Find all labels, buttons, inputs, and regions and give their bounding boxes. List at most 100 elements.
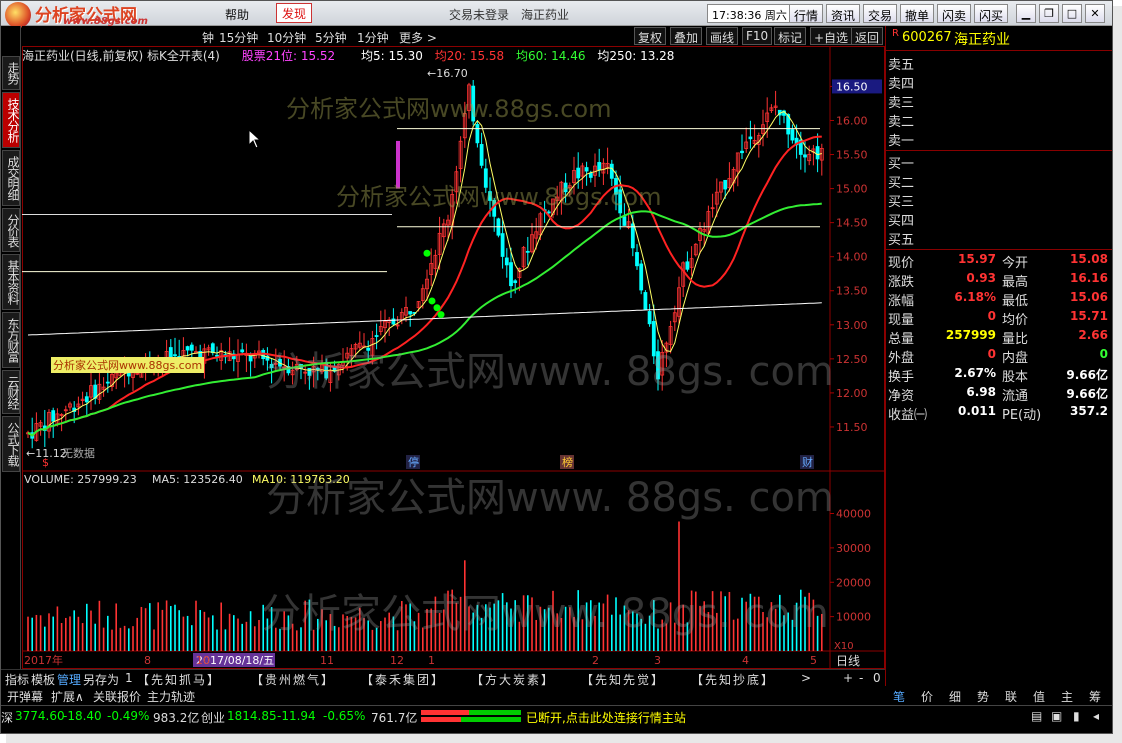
speaker-icon[interactable]: ◂ [1093, 709, 1099, 723]
adjust-button[interactable]: 复权 [634, 27, 667, 45]
related-quote-button[interactable]: 关联报价 [93, 688, 141, 705]
tab-manage[interactable]: 管理 [57, 671, 81, 688]
quote-label: 今开 [1002, 256, 1029, 271]
maximize-icon[interactable]: □ [1062, 4, 1082, 23]
tab-value[interactable]: 值 [1033, 688, 1045, 705]
tab-main[interactable]: 主 [1061, 688, 1073, 705]
minimize-icon[interactable]: ▁ [1016, 4, 1036, 23]
overlay-button[interactable]: 叠加 [670, 27, 703, 45]
signal-dot [428, 297, 436, 305]
tab-template-taihe-jituan[interactable]: 【泰禾集团】 [361, 671, 445, 688]
zoom-out-button[interactable]: - [859, 671, 863, 685]
menu-discover[interactable]: 发现 [276, 3, 313, 23]
trade-button[interactable]: 交易 [863, 4, 898, 23]
period-partial[interactable]: 钟 [202, 29, 214, 46]
index1-name[interactable]: 深 [1, 709, 13, 726]
quote-label: 最高 [1002, 275, 1029, 290]
divider [886, 150, 1112, 151]
close-icon[interactable]: ✕ [1085, 4, 1105, 23]
period-5min[interactable]: 5分钟 [315, 29, 347, 46]
event-marker: 停 [408, 455, 419, 469]
draw-line-button[interactable]: 画线 [706, 27, 739, 45]
tab-template-fangda-tansu[interactable]: 【方大炭素】 [471, 671, 555, 688]
period-10min[interactable]: 10分钟 [267, 29, 306, 46]
flower-logo-icon [5, 2, 31, 28]
quote-label: 涨幅 [888, 294, 915, 309]
index2-name[interactable]: 创业 [201, 709, 225, 726]
period-1min[interactable]: 1分钟 [357, 29, 389, 46]
price-tick-label: 14.50 [836, 217, 868, 230]
tab-trend-small[interactable]: 势 [977, 688, 989, 705]
tab-eastmoney[interactable]: 东方财富 [2, 312, 20, 368]
period-more[interactable]: 更多 > [399, 29, 437, 46]
flash-buy-button[interactable]: 闪买 [974, 4, 1009, 23]
index2-value: 1814.85 [227, 709, 277, 723]
tab-template-guizhou-ranqi[interactable]: 【贵州燃气】 [251, 671, 335, 688]
tab-page-number[interactable]: 1 [125, 671, 133, 685]
tab-indicator[interactable]: 指标 [5, 671, 29, 688]
mark-button[interactable]: 标记 [774, 27, 807, 45]
quote-button[interactable]: 行情 [789, 4, 824, 23]
tab-fundamentals[interactable]: 基本资料 [2, 254, 20, 310]
back-button[interactable]: 返回 [851, 27, 884, 45]
tab-template[interactable]: 模板 [31, 671, 55, 688]
volume-ma5-label: MA5: 123526.40 [152, 473, 243, 486]
zoom-reset-button[interactable]: 0 [873, 671, 881, 685]
menu-help[interactable]: 帮助 [225, 6, 249, 23]
tab-trades[interactable]: 笔 [893, 688, 905, 705]
quote-value: 2.66 [1078, 328, 1108, 342]
candle-body [240, 349, 245, 353]
quote-value: 9.66亿 [1066, 387, 1108, 401]
tab-related[interactable]: 联 [1005, 688, 1017, 705]
tab-price-table[interactable]: 分价表 [2, 208, 20, 252]
main-force-track-button[interactable]: 主力轨迹 [147, 688, 195, 705]
f10-button[interactable]: F10 [742, 27, 773, 45]
quote-value: 0 [987, 347, 996, 361]
restore-icon[interactable]: ❐ [1039, 4, 1059, 23]
add-watchlist-button[interactable]: +自选 [810, 27, 853, 45]
right-tab-bar: 笔 价 细 势 联 值 主 筹 [885, 687, 1112, 705]
danmu-toggle[interactable]: 开弹幕 [7, 688, 43, 705]
tab-yuncaijing[interactable]: 云财经 [2, 370, 20, 414]
tab-template-xianzhi-chaodi[interactable]: 【先知抄底】 [691, 671, 775, 688]
candle-body [635, 252, 639, 267]
trade-login-status[interactable]: 交易未登录 [449, 6, 509, 23]
tab-price[interactable]: 价 [921, 688, 933, 705]
quote-label: 收益㈠ [888, 408, 928, 423]
index2-amount: 761.7亿 [371, 711, 418, 725]
cancel-order-button[interactable]: 撤单 [900, 4, 935, 23]
tab-save-as[interactable]: 另存为 [83, 671, 119, 688]
candle-body [215, 354, 219, 357]
signal-icon[interactable]: ▮ [1073, 709, 1080, 723]
price-tick-label: 15.50 [836, 149, 868, 162]
news-button[interactable]: 资讯 [826, 4, 861, 23]
candle-body [576, 167, 581, 179]
ma20-line [27, 135, 822, 437]
quote-label: 现量 [888, 313, 915, 328]
tab-scroll-right[interactable]: > [801, 671, 811, 685]
period-15min[interactable]: 15分钟 [219, 29, 258, 46]
candle-body [622, 216, 627, 226]
tab-template-xianzhi-zhuama[interactable]: 【先知抓马】 [137, 671, 221, 688]
mouse-cursor-icon [248, 129, 262, 149]
zoom-in-button[interactable]: + [843, 671, 853, 685]
tab-formula-download[interactable]: 公式下载 [2, 416, 20, 472]
settings-icon[interactable]: ▤ [1031, 709, 1042, 723]
tab-chips[interactable]: 筹 [1089, 688, 1101, 705]
connection-message[interactable]: 已断开,点击此处连接行情主站 [526, 709, 686, 726]
tab-technical-analysis[interactable]: 技术分析 [2, 92, 20, 148]
watermark-label-left: 分析家公式网www.88gs.com [51, 357, 205, 373]
candle-body [656, 351, 660, 380]
tab-detail[interactable]: 细 [949, 688, 961, 705]
flash-sell-button[interactable]: 闪卖 [937, 4, 972, 23]
tab-trade-detail[interactable]: 成交明细 [2, 150, 20, 206]
expand-toggle[interactable]: 扩展∧ [51, 688, 84, 705]
tab-trend[interactable]: 走势 [2, 56, 20, 90]
tab-template-xianzhi-xianjue[interactable]: 【先知先觉】 [581, 671, 665, 688]
index1-pct: -0.49% [107, 709, 150, 723]
volume-ma10-label: MA10: 119763.20 [252, 473, 350, 486]
chart-item-ma5: 均5: 15.30 [361, 49, 423, 63]
lock-icon[interactable]: ▣ [1051, 709, 1062, 723]
candle-body [84, 396, 89, 403]
candle-body [500, 233, 505, 257]
